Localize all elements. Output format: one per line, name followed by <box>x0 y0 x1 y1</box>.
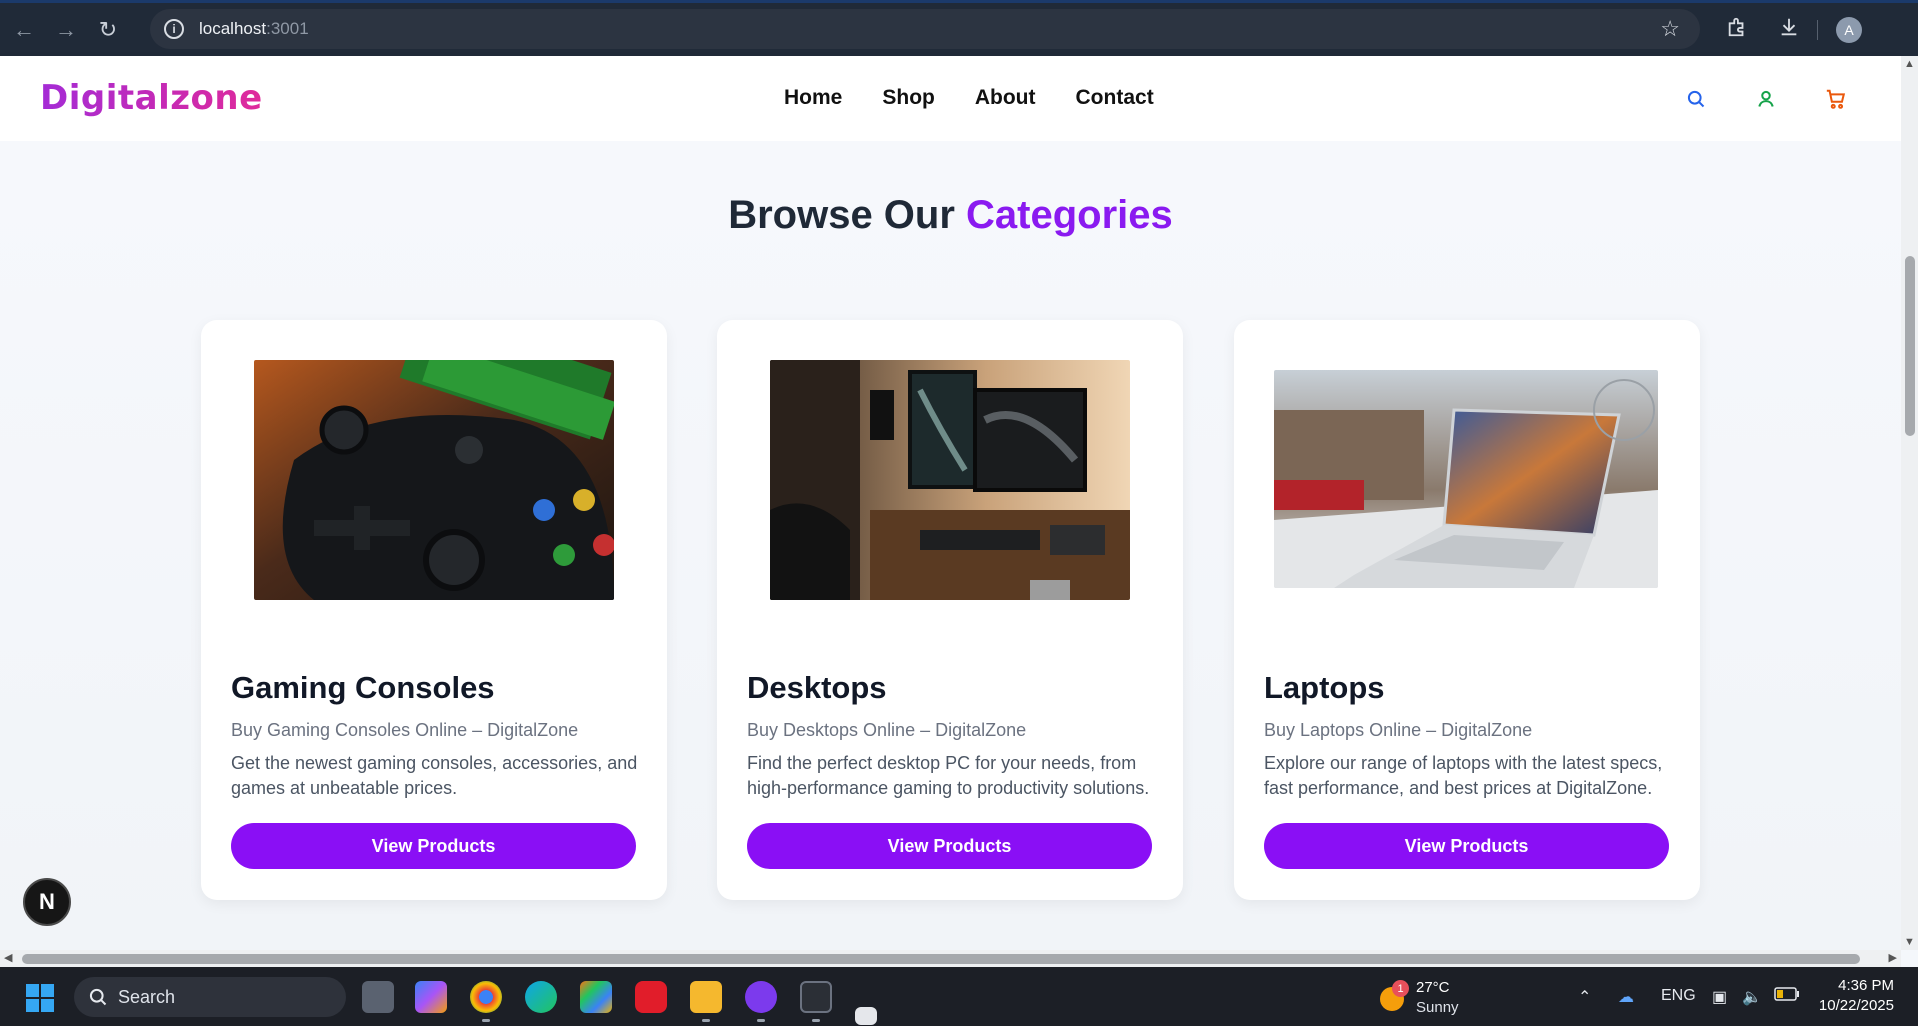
nav-shop[interactable]: Shop <box>882 86 935 110</box>
taskbar-search-label: Search <box>118 986 176 1007</box>
category-description: Explore our range of laptops with the la… <box>1264 753 1663 798</box>
nav-about[interactable]: About <box>975 86 1036 110</box>
github-running-indicator <box>757 1019 765 1022</box>
header-icons <box>1641 84 1851 114</box>
taskbar-search[interactable]: Search <box>74 977 346 1017</box>
scroll-down-arrow-icon[interactable]: ▼ <box>1904 936 1915 948</box>
browser-toolbar: ← → ↻ i localhost:3001 ☆ A <box>0 0 1918 56</box>
vertical-scrollbar[interactable]: ▲ ▼ <box>1901 56 1918 950</box>
nextjs-dev-indicator-button[interactable]: N <box>23 878 71 926</box>
network-icon[interactable]: ▣ <box>1712 987 1727 1007</box>
view-products-button[interactable]: View Products <box>1264 823 1669 869</box>
language-indicator[interactable]: ENG <box>1661 987 1696 1005</box>
file-explorer-icon[interactable] <box>690 981 722 1013</box>
nav-contact[interactable]: Contact <box>1076 86 1154 110</box>
view-products-button[interactable]: View Products <box>747 823 1152 869</box>
battery-icon[interactable] <box>1774 987 1800 1006</box>
store-icon[interactable] <box>580 981 612 1013</box>
profile-avatar[interactable]: A <box>1836 16 1862 43</box>
section-title-accent: Categories <box>966 193 1173 237</box>
terminal-icon[interactable] <box>800 981 832 1013</box>
url-port: :3001 <box>266 19 309 38</box>
category-title: Desktops <box>747 670 887 705</box>
nav-home[interactable]: Home <box>784 86 842 110</box>
back-button[interactable]: ← <box>6 12 42 48</box>
vertical-scroll-thumb[interactable] <box>1905 256 1915 436</box>
category-title: Laptops <box>1264 670 1385 705</box>
terminal-running-indicator <box>812 1019 820 1022</box>
desktop-setup-photo <box>770 360 1130 600</box>
explorer-running-indicator <box>702 1019 710 1022</box>
windows-start-icon[interactable] <box>26 984 54 1012</box>
youtube-icon[interactable] <box>635 981 667 1013</box>
volume-icon[interactable]: 🔈 <box>1742 987 1762 1007</box>
bookmark-star-icon[interactable]: ☆ <box>1660 16 1680 42</box>
scroll-left-arrow-icon[interactable]: ◀ <box>4 951 12 964</box>
edge-icon[interactable] <box>525 981 557 1013</box>
task-view-icon[interactable] <box>362 981 394 1013</box>
clock-date: 10/22/2025 <box>1818 997 1894 1014</box>
main-nav: Home Shop About Contact <box>784 86 1194 110</box>
chrome-running-indicator <box>482 1019 490 1022</box>
category-subtitle: Buy Desktops Online – DigitalZone <box>747 720 1027 740</box>
site-info-icon[interactable]: i <box>164 19 184 39</box>
horizontal-scrollbar[interactable]: ◀ ▶ <box>0 950 1901 967</box>
github-desktop-icon[interactable] <box>745 981 777 1013</box>
url-host: localhost <box>199 19 267 38</box>
category-card-desktops: Desktops Buy Desktops Online – DigitalZo… <box>717 320 1183 900</box>
onedrive-icon[interactable]: ☁ <box>1618 987 1634 1007</box>
game-controller-photo <box>254 360 614 600</box>
search-icon[interactable] <box>1681 84 1711 114</box>
category-title: Gaming Consoles <box>231 670 495 705</box>
weather-condition: Sunny <box>1416 999 1459 1016</box>
extensions-icon[interactable] <box>1717 16 1757 44</box>
search-icon <box>89 988 107 1006</box>
view-products-button[interactable]: View Products <box>231 823 636 869</box>
scroll-up-arrow-icon[interactable]: ▲ <box>1904 58 1915 70</box>
user-icon[interactable] <box>1751 84 1781 114</box>
windows-taskbar: Search 1 27°C Sunny ⌃ ☁ ENG ▣ 🔈 4:36 PM … <box>0 967 1918 1026</box>
system-clock[interactable]: 4:36 PM 10/22/2025 <box>1819 976 1894 1016</box>
site-logo[interactable]: Digitalzone <box>40 78 263 118</box>
chevron-up-icon[interactable]: ⌃ <box>1578 987 1591 1007</box>
site-header: Digitalzone Home Shop About Contact <box>0 56 1901 141</box>
section-title-plain: Browse Our <box>728 193 967 237</box>
category-subtitle: Buy Laptops Online – DigitalZone <box>1264 720 1533 740</box>
weather-temperature: 27°C <box>1416 979 1450 996</box>
clock-time: 4:36 PM <box>1838 977 1894 994</box>
snipping-tool-icon[interactable] <box>855 1007 877 1025</box>
category-description: Get the newest gaming consoles, accessor… <box>231 753 638 798</box>
address-bar[interactable]: i localhost:3001 ☆ <box>150 9 1700 49</box>
category-description: Find the perfect desktop PC for your nee… <box>747 753 1150 798</box>
scroll-right-arrow-icon[interactable]: ▶ <box>1889 951 1897 964</box>
category-card-laptops: Laptops Buy Laptops Online – DigitalZone… <box>1234 320 1700 900</box>
download-icon[interactable] <box>1769 16 1809 44</box>
reload-button[interactable]: ↻ <box>90 12 126 48</box>
weather-badge: 1 <box>1392 980 1409 997</box>
section-title: Browse Our Categories <box>0 193 1901 238</box>
categories-section: Browse Our Categories Gaming Consoles Bu… <box>0 141 1901 950</box>
category-card-gaming: Gaming Consoles Buy Gaming Consoles Onli… <box>201 320 667 900</box>
forward-button[interactable]: → <box>48 12 84 48</box>
horizontal-scroll-thumb[interactable] <box>22 954 1860 964</box>
laptop-photo <box>1274 370 1658 588</box>
toolbar-separator <box>1817 19 1818 40</box>
category-subtitle: Buy Gaming Consoles Online – DigitalZone <box>231 720 579 740</box>
cart-icon[interactable] <box>1821 84 1851 114</box>
chrome-icon[interactable] <box>470 981 502 1013</box>
copilot-icon[interactable] <box>415 981 447 1013</box>
